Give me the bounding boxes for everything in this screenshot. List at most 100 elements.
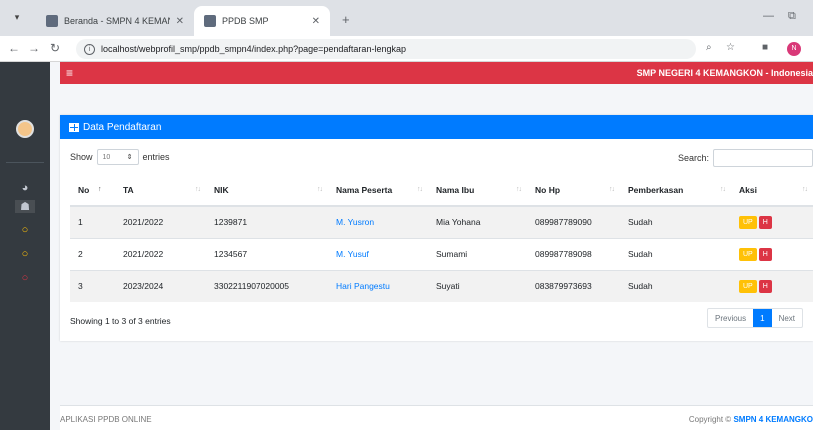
tab-search-icon[interactable]: ▾ <box>10 10 24 24</box>
cell-no-hp: 083879973693 <box>527 269 620 302</box>
bookmark-star-icon[interactable]: ☆ <box>726 42 735 53</box>
top-navbar: ≡ SMP NEGERI 4 KEMANGKON - Indonesia <box>60 62 813 84</box>
column-header-nik[interactable]: NIK ↑↓ <box>206 175 328 207</box>
update-button[interactable]: UP <box>739 215 757 229</box>
sort-asc-icon: ↑ <box>98 186 101 193</box>
table-info: Showing 1 to 3 of 3 entries <box>70 316 171 326</box>
cell-nama-peserta-link[interactable]: M. Yusron <box>328 205 428 238</box>
sidepanel-icon[interactable]: ■ <box>762 42 768 53</box>
sort-icon: ↑↓ <box>609 186 615 193</box>
column-header-nama-peserta[interactable]: Nama Peserta ↑↓ <box>328 175 428 207</box>
delete-button[interactable]: H <box>758 279 772 293</box>
hamburger-menu-icon[interactable]: ≡ <box>66 66 73 80</box>
search-label: Search: <box>678 153 710 163</box>
site-favicon-icon <box>204 15 216 27</box>
sidebar: ◕ ☗ ○ ○ ○ <box>0 62 50 430</box>
dashboard-icon[interactable]: ◕ <box>15 182 35 194</box>
search-input[interactable] <box>713 149 813 167</box>
close-icon[interactable]: ✕ <box>312 16 320 27</box>
cell-nama-ibu: Suyati <box>428 269 527 302</box>
zoom-icon[interactable]: ⌕ <box>706 42 712 53</box>
cell-aksi: UP H <box>731 205 813 238</box>
tab-beranda[interactable]: Beranda - SMPN 4 KEMANGKO ✕ <box>36 6 194 36</box>
circle-yellow-icon[interactable]: ○ <box>15 224 35 236</box>
navbar-brand: SMP NEGERI 4 KEMANGKON - Indonesia <box>636 68 813 78</box>
registration-card: Data Pendaftaran Show 10 ⇕ entries Searc… <box>60 115 813 341</box>
browser-tabstrip: ▾ Beranda - SMPN 4 KEMANGKO ✕ PPDB SMP ✕… <box>0 0 813 36</box>
cell-nik: 1234567 <box>206 237 328 270</box>
sort-icon: ↑↓ <box>195 186 201 193</box>
back-icon[interactable]: ← <box>8 41 20 55</box>
cell-nama-peserta-link[interactable]: M. Yusuf <box>328 237 428 270</box>
close-icon[interactable]: ✕ <box>176 16 184 27</box>
column-header-nama-ibu[interactable]: Nama Ibu ↑↓ <box>428 175 527 207</box>
entries-value: 10 <box>102 153 111 161</box>
table-header-row: No ↑ TA ↑↓ NIK ↑↓ Nama Peserta ↑↓ Nama Ibu ↑↓… <box>70 175 813 207</box>
column-header-aksi[interactable]: Aksi ↑↓ <box>731 175 813 207</box>
footer: APLIKASI PPDB ONLINE Copyright © SMPN 4 … <box>60 405 813 430</box>
cell-no-hp: 089987789090 <box>527 205 620 238</box>
cell-no: 3 <box>70 269 115 302</box>
length-control: Show 10 ⇕ entries <box>70 149 170 165</box>
column-header-ta[interactable]: TA ↑↓ <box>115 175 206 207</box>
reload-icon[interactable]: ↻ <box>50 41 60 55</box>
site-info-icon[interactable]: i <box>84 43 95 55</box>
column-header-no-hp[interactable]: No Hp ↑↓ <box>527 175 620 207</box>
sort-icon: ↑↓ <box>802 186 808 193</box>
minimize-icon[interactable]: — <box>763 10 774 22</box>
next-button[interactable]: Next <box>772 309 802 327</box>
tab-title: Beranda - SMPN 4 KEMANGKO <box>64 16 170 26</box>
forward-icon[interactable]: → <box>28 41 40 55</box>
circle-red-icon[interactable]: ○ <box>15 272 35 284</box>
cell-nama-peserta-link[interactable]: Hari Pangestu <box>328 269 428 302</box>
cell-ta: 2023/2024 <box>115 269 206 302</box>
tab-ppdb[interactable]: PPDB SMP ✕ <box>194 6 330 36</box>
sort-icon: ↑↓ <box>417 186 423 193</box>
profile-avatar[interactable]: N <box>787 42 801 56</box>
url-bar[interactable]: i localhost/webprofil_smp/ppdb_smpn4/ind… <box>76 39 696 59</box>
delete-button[interactable]: H <box>758 247 772 261</box>
cell-nik: 3302211907020005 <box>206 269 328 302</box>
table-row: 3 2023/2024 3302211907020005 Hari Panges… <box>70 269 813 302</box>
new-tab-icon[interactable]: + <box>342 12 350 27</box>
update-button[interactable]: UP <box>739 279 757 293</box>
restore-icon[interactable]: ⧉ <box>788 10 796 23</box>
card-header: Data Pendaftaran <box>60 115 813 139</box>
cell-nik: 1239871 <box>206 205 328 238</box>
previous-button[interactable]: Previous <box>708 309 753 327</box>
cell-ta: 2021/2022 <box>115 205 206 238</box>
cell-pemberkasan: Sudah <box>620 269 731 302</box>
select-arrows-icon: ⇕ <box>126 154 133 161</box>
cell-no: 2 <box>70 237 115 270</box>
entries-label: entries <box>142 152 170 162</box>
search-control: Search: <box>678 149 813 167</box>
circle-yellow-icon[interactable]: ○ <box>15 248 35 260</box>
page-1-button[interactable]: 1 <box>753 309 772 327</box>
cell-aksi: UP H <box>731 237 813 270</box>
column-header-pemberkasan[interactable]: Pemberkasan ↑↓ <box>620 175 731 207</box>
column-header-no[interactable]: No ↑ <box>70 175 115 207</box>
user-avatar[interactable] <box>16 120 34 138</box>
update-button[interactable]: UP <box>739 247 757 261</box>
cell-pemberkasan: Sudah <box>620 205 731 238</box>
cell-ta: 2021/2022 <box>115 237 206 270</box>
entries-select[interactable]: 10 ⇕ <box>96 149 139 165</box>
tab-title: PPDB SMP <box>222 16 269 26</box>
cell-no-hp: 089987789098 <box>527 237 620 270</box>
table-row: 1 2021/2022 1239871 M. Yusron Mia Yohana… <box>70 205 813 238</box>
cell-aksi: UP H <box>731 269 813 302</box>
table-icon <box>69 122 79 132</box>
footer-owner-link[interactable]: SMPN 4 KEMANGKO <box>733 415 813 424</box>
cell-no: 1 <box>70 205 115 238</box>
pagination: Previous 1 Next <box>707 308 804 328</box>
delete-button[interactable]: H <box>758 215 772 229</box>
cell-nama-ibu: Mia Yohana <box>428 205 527 238</box>
show-label: Show <box>70 152 93 162</box>
users-icon[interactable]: ☗ <box>15 200 35 213</box>
sort-icon: ↑↓ <box>720 186 726 193</box>
card-title: Data Pendaftaran <box>83 121 162 133</box>
address-bar-row: ← → ↻ i localhost/webprofil_smp/ppdb_smp… <box>0 36 813 62</box>
registration-table: No ↑ TA ↑↓ NIK ↑↓ Nama Peserta ↑↓ Nama Ibu ↑↓… <box>70 175 813 302</box>
sidebar-divider <box>6 162 44 163</box>
table-row: 2 2021/2022 1234567 M. Yusuf Sumami 0899… <box>70 237 813 270</box>
